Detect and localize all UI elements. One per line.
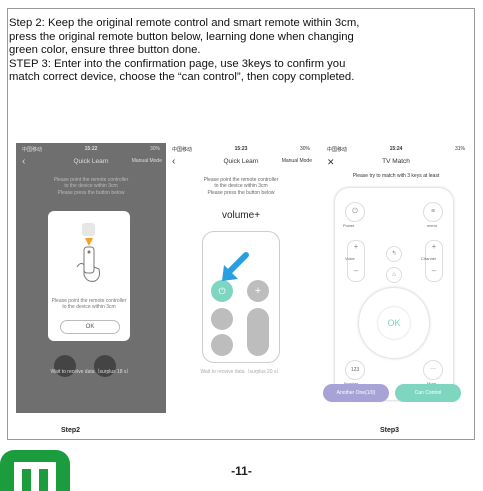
instruction-line: STEP 3: Enter into the confirmation page…: [9, 57, 346, 70]
wait-text: Wait to receive data（surplus 20 s）: [200, 369, 282, 375]
can-control-button[interactable]: Can Control: [395, 384, 461, 402]
hint-text: to the device within 3cm: [64, 183, 118, 189]
learning-key-label: volume+: [221, 210, 261, 221]
instruction-line: press the original remote button below, …: [9, 30, 354, 43]
more-button[interactable]: ···: [423, 360, 443, 380]
status-bar: 中国移动 15:23 30%: [166, 143, 316, 155]
status-time: 15:24: [389, 146, 403, 152]
power-button[interactable]: ⏻: [345, 202, 365, 222]
arrow-icon: [222, 252, 249, 281]
page-number: -11-: [231, 464, 252, 478]
instruction-line: green color, ensure three button done.: [9, 44, 201, 57]
return-button[interactable]: ↰: [386, 246, 402, 262]
nav-bar: ‹ Quick Learn Manual Mode: [166, 156, 316, 170]
ok-label: OK: [387, 318, 401, 328]
volume-rocker[interactable]: [247, 308, 269, 356]
home-button[interactable]: ⌂: [386, 267, 402, 283]
battery-label: 31%: [454, 146, 465, 152]
instructions: Step 2: Keep the original remote control…: [9, 17, 471, 85]
number-key-label: 123: [350, 367, 360, 373]
match-hint: Please try to match with 3 keys at least: [352, 173, 440, 179]
voice-label: Voice: [345, 256, 355, 261]
number-button[interactable]: 123: [345, 360, 365, 380]
dialog-text: to the device within 3cm: [62, 304, 116, 310]
another-one-label: Another One(1/0): [336, 390, 376, 396]
phone-screen-step2-dialog: 中国移动 15:22 30% ‹ Quick Learn Manual Mode…: [16, 143, 166, 413]
channel-rocker[interactable]: + –: [425, 240, 443, 282]
nav-bar: ✕ TV Match: [321, 156, 471, 170]
screen-title: TV Match: [382, 158, 410, 165]
dpad[interactable]: OK: [359, 288, 429, 358]
phone-screen-step3-tv-match: 中国移动 15:24 31% ✕ TV Match Please try to …: [321, 143, 471, 413]
manual-mode-link[interactable]: Manual Mode: [132, 158, 162, 164]
menu-button[interactable]: ≡: [423, 202, 443, 222]
learning-dialog: Please point the remote controller to th…: [48, 211, 130, 341]
instruction-line: Step 2: Keep the original remote control…: [9, 17, 360, 29]
status-bar: 中国移动 15:22 30%: [16, 143, 166, 155]
voice-rocker[interactable]: + –: [347, 240, 365, 282]
can-control-label: Can Control: [414, 390, 442, 396]
caption-step3: Step3: [380, 427, 400, 434]
status-time: 15:22: [84, 146, 98, 152]
channel-label: Channel: [421, 256, 436, 261]
instruction-line: match correct device, choose the “can co…: [9, 71, 355, 84]
hint-text: to the device within 3cm: [214, 183, 268, 189]
remote-panel: ⏻ Power ≡ menu + – Voice ↰ ⌂ + – Channel O…: [335, 188, 453, 400]
phone-screen-step2-learning: 中国移动 15:23 30% ‹ Quick Learn Manual Mode…: [166, 143, 316, 413]
battery-label: 30%: [149, 146, 160, 152]
ok-label: OK: [85, 324, 95, 330]
status-bar: 中国移动 15:24 31%: [321, 143, 471, 155]
caption-step2: Step2: [61, 427, 81, 434]
hint-text: Please press the button below: [57, 190, 125, 196]
nav-bar: ‹ Quick Learn Manual Mode: [16, 156, 166, 170]
remote-button-icon: [82, 223, 95, 236]
key[interactable]: [211, 334, 233, 356]
key[interactable]: [211, 308, 233, 330]
power-label: Power: [343, 223, 355, 228]
ok-button[interactable]: OK: [60, 320, 120, 334]
ok-button[interactable]: OK: [378, 307, 410, 339]
manual-mode-link[interactable]: Manual Mode: [282, 158, 312, 164]
hand-remote-icon: [76, 246, 100, 282]
status-time: 15:23: [234, 146, 248, 152]
another-one-button[interactable]: Another One(1/0): [323, 384, 389, 402]
wait-text: Wait to receive data（surplus 18 s）: [50, 369, 132, 375]
menu-label: menu: [427, 223, 438, 228]
hint-text: Please press the button below: [207, 190, 275, 196]
battery-label: 30%: [299, 146, 310, 152]
